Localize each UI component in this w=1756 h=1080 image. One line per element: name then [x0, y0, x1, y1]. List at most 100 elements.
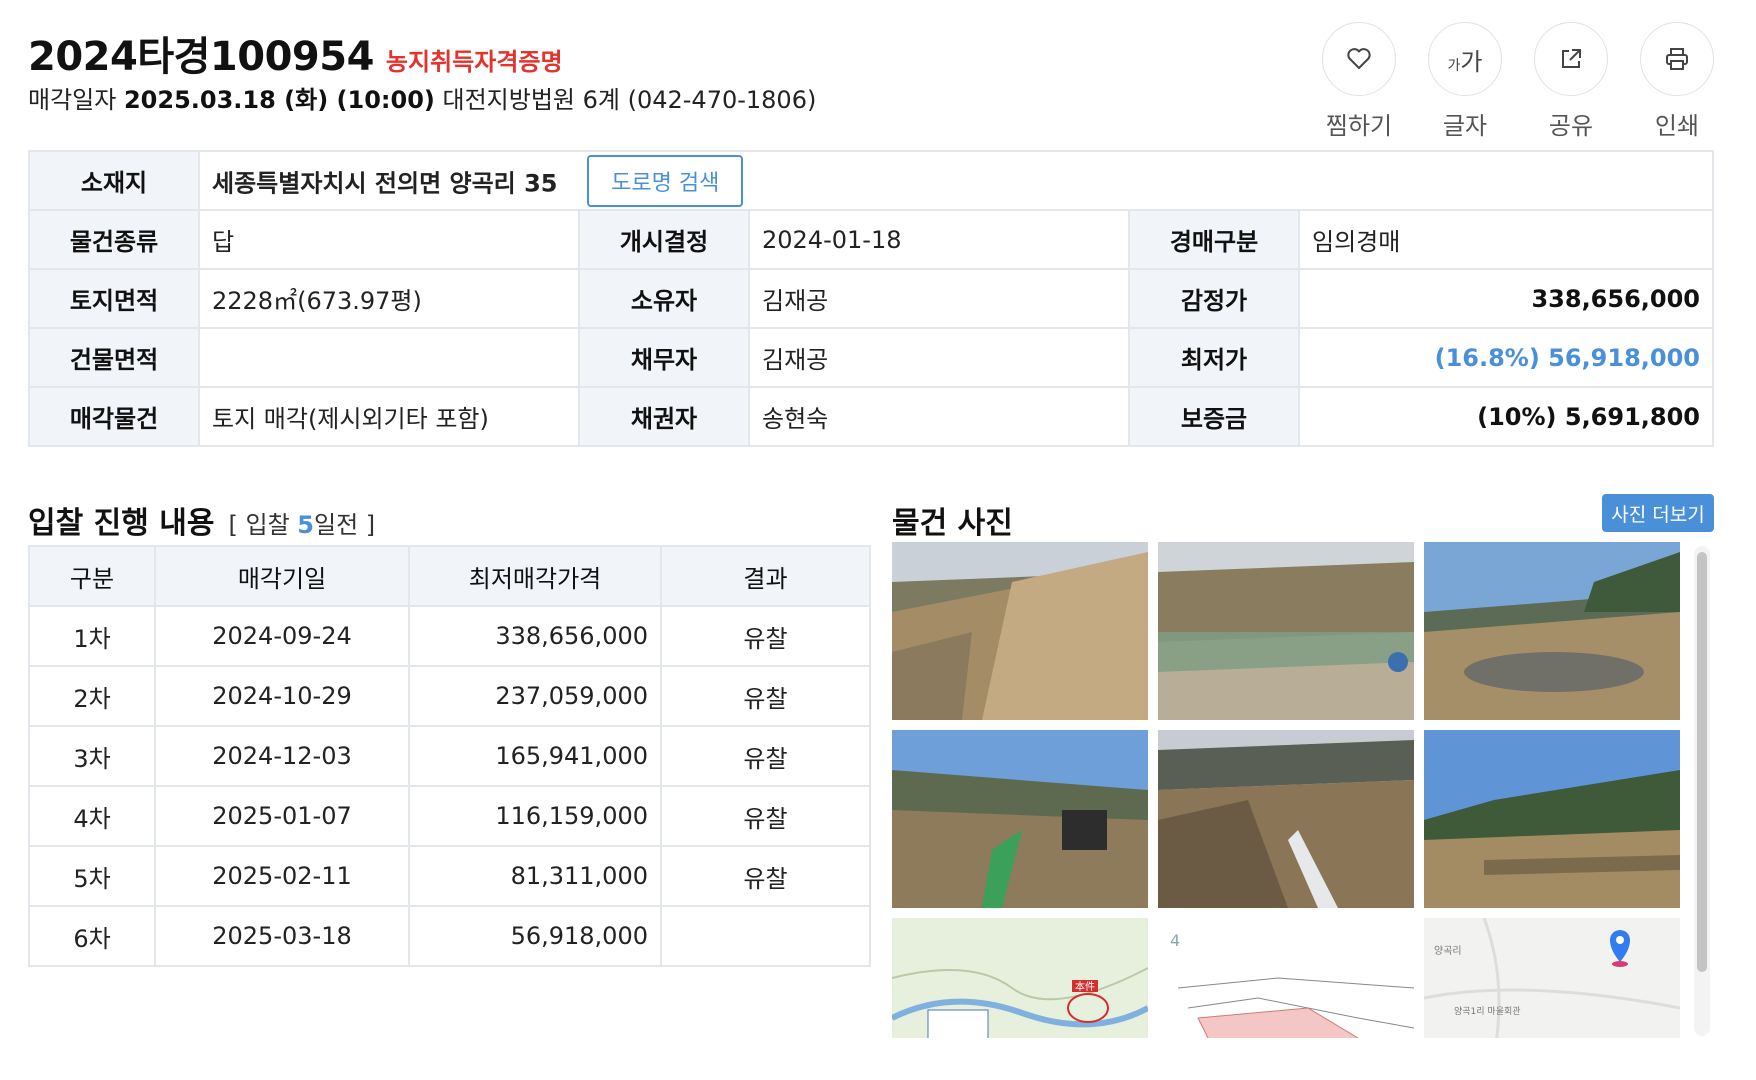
share-label: 공유 — [1548, 112, 1594, 140]
bid-price: 165,941,000 — [408, 725, 662, 787]
bid-round: 4차 — [28, 785, 156, 847]
location-address: 세종특별자치시 전의면 양곡리 35 — [212, 169, 558, 197]
info-value: 김재공 — [748, 268, 1130, 329]
property-info-table: 소재지 세종특별자치시 전의면 양곡리 35 도로명 검색 물건종류 답 개시결… — [28, 150, 1714, 447]
print-label: 인쇄 — [1654, 112, 1700, 140]
info-value — [198, 327, 580, 388]
farmland-certificate-flag: 농지취득자격증명 — [385, 48, 563, 76]
bid-round: 6차 — [28, 905, 156, 967]
property-photo[interactable] — [1424, 542, 1680, 720]
map-hall-label: 양곡1리 마을회관 — [1454, 1006, 1521, 1017]
court-info: 대전지방법원 6계 (042-470-1806) — [442, 86, 817, 114]
property-photo[interactable] — [1158, 730, 1414, 908]
sale-date-line: 매각일자 2025.03.18 (화) (10:00) 대전지방법원 6계 (0… — [28, 80, 816, 115]
location-label: 소재지 — [28, 150, 200, 211]
column-header: 최저매각가격 — [408, 545, 662, 607]
info-label: 경매구분 — [1128, 209, 1300, 270]
font-size-small-glyph: 가 — [1447, 57, 1461, 74]
bid-result: 유찰 — [660, 845, 871, 907]
location-cell: 세종특별자치시 전의면 양곡리 35 도로명 검색 — [198, 150, 1714, 211]
bid-result: 유찰 — [660, 665, 871, 727]
bid-result — [660, 905, 871, 967]
font-size-button[interactable]: 가가 글자 — [1428, 22, 1502, 141]
bid-round: 5차 — [28, 845, 156, 907]
property-photo[interactable] — [1158, 542, 1414, 720]
info-label: 개시결정 — [578, 209, 750, 270]
bid-date: 2024-10-29 — [154, 665, 410, 727]
share-button[interactable]: 공유 — [1534, 22, 1608, 141]
bid-result: 유찰 — [660, 725, 871, 787]
table-row: 3차 2024-12-03 165,941,000 유찰 — [28, 725, 871, 787]
font-size-button-circle[interactable]: 가가 — [1428, 22, 1502, 96]
sale-date-label: 매각일자 — [28, 86, 117, 114]
bid-date: 2025-03-18 — [154, 905, 410, 967]
map-place-label: 양곡리 — [1434, 945, 1462, 957]
info-label: 토지면적 — [28, 268, 200, 329]
table-row: 1차 2024-09-24 338,656,000 유찰 — [28, 605, 871, 667]
case-title: 2024타경100954 농지취득자격증명 — [28, 24, 563, 82]
info-label: 감정가 — [1128, 268, 1300, 329]
info-row: 건물면적 채무자 김재공 최저가 (16.8%) 56,918,000 — [28, 327, 1714, 388]
bid-round: 1차 — [28, 605, 156, 667]
info-value: 2024-01-18 — [748, 209, 1130, 270]
print-button-circle[interactable] — [1640, 22, 1714, 96]
info-row: 물건종류 답 개시결정 2024-01-18 경매구분 임의경매 — [28, 209, 1714, 270]
gallery-scrollbar-thumb[interactable] — [1697, 552, 1707, 972]
table-row: 6차 2025-03-18 56,918,000 — [28, 905, 871, 967]
info-value: 답 — [198, 209, 580, 270]
table-row: 4차 2025-01-07 116,159,000 유찰 — [28, 785, 871, 847]
map-target-label: 本件 — [1075, 980, 1095, 993]
table-row: 2차 2024-10-29 237,059,000 유찰 — [28, 665, 871, 727]
appraisal-price: 338,656,000 — [1298, 268, 1714, 329]
info-label: 매각물건 — [28, 386, 200, 447]
bid-countdown-prefix: [ 입찰 — [228, 511, 298, 539]
font-size-label: 글자 — [1442, 112, 1488, 140]
info-label: 건물면적 — [28, 327, 200, 388]
bid-round: 2차 — [28, 665, 156, 727]
bid-price: 338,656,000 — [408, 605, 662, 667]
info-value: 2228㎡(673.97평) — [198, 268, 580, 329]
share-icon — [1562, 49, 1581, 68]
photo-section-title: 물건 사진 — [892, 506, 1013, 541]
map-image[interactable]: 양곡리양곡1리 마을회관 — [1424, 918, 1680, 1038]
map-image[interactable]: 本件 — [892, 918, 1148, 1038]
more-photos-button[interactable]: 사진 더보기 — [1602, 494, 1714, 532]
property-photo[interactable] — [1424, 730, 1680, 908]
bid-section-header: 입찰 진행 내용 [ 입찰 5일전 ] — [28, 498, 375, 542]
property-photo[interactable] — [892, 730, 1148, 908]
bid-result: 유찰 — [660, 605, 871, 667]
bid-price: 81,311,000 — [408, 845, 662, 907]
svg-text:4: 4 — [1170, 931, 1180, 950]
column-header: 구분 — [28, 545, 156, 607]
table-row: 5차 2025-02-11 81,311,000 유찰 — [28, 845, 871, 907]
info-row: 매각물건 토지 매각(제시외기타 포함) 채권자 송현숙 보증금 (10%) 5… — [28, 386, 1714, 447]
favorite-button[interactable]: 찜하기 — [1322, 22, 1396, 141]
bid-countdown-days: 5 — [297, 511, 314, 539]
minimum-price: (16.8%) 56,918,000 — [1298, 327, 1714, 388]
road-name-search-button[interactable]: 도로명 검색 — [587, 154, 744, 207]
deposit-price: (10%) 5,691,800 — [1298, 386, 1714, 447]
favorite-button-circle[interactable] — [1322, 22, 1396, 96]
property-photo[interactable] — [892, 542, 1148, 720]
bid-date: 2025-02-11 — [154, 845, 410, 907]
bid-countdown: [ 입찰 5일전 ] — [229, 505, 376, 540]
bid-date: 2024-12-03 — [154, 725, 410, 787]
print-button[interactable]: 인쇄 — [1640, 22, 1714, 141]
font-size-big-glyph: 가 — [1460, 47, 1483, 76]
share-button-circle[interactable] — [1534, 22, 1608, 96]
favorite-label: 찜하기 — [1325, 112, 1393, 140]
bid-history-table: 구분 매각기일 최저매각가격 결과 1차 2024-09-24 338,656,… — [28, 545, 871, 967]
bid-countdown-suffix: 일전 ] — [313, 511, 376, 539]
info-label: 채권자 — [578, 386, 750, 447]
info-label: 소유자 — [578, 268, 750, 329]
action-bar: 찜하기 가가 글자 공유 인쇄 — [1322, 22, 1714, 141]
column-header: 결과 — [660, 545, 871, 607]
bid-price: 56,918,000 — [408, 905, 662, 967]
map-image[interactable]: 4 — [1158, 918, 1414, 1038]
bid-date: 2025-01-07 — [154, 785, 410, 847]
heart-icon — [1347, 48, 1371, 69]
bid-date: 2024-09-24 — [154, 605, 410, 667]
bid-result: 유찰 — [660, 785, 871, 847]
bid-table-header: 구분 매각기일 최저매각가격 결과 — [28, 545, 871, 607]
info-value: 송현숙 — [748, 386, 1130, 447]
